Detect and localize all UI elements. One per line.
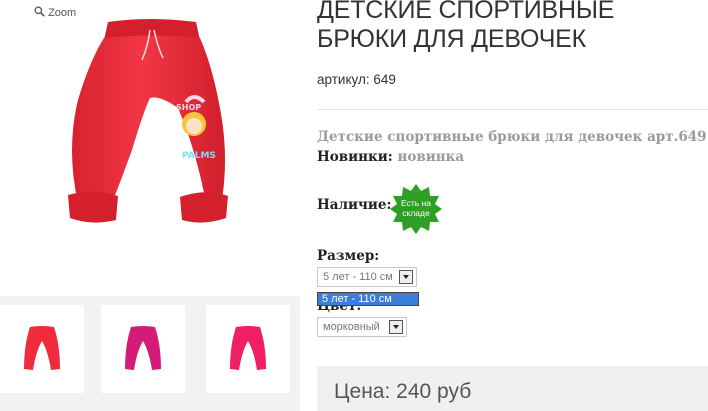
price-box: Цена: 240 руб (317, 366, 708, 411)
product-description: Детские спортивные брюки для девочек арт… (317, 129, 707, 145)
new-row: Новинки: новинка (317, 149, 464, 165)
size-option[interactable]: 5 лет - 110 см (318, 293, 418, 305)
size-select-value: 5 лет - 110 см (323, 271, 393, 283)
badge-line-1: Есть на (401, 198, 431, 208)
thumbnail-pants-icon (230, 326, 266, 370)
dropdown-arrow-icon[interactable] (399, 270, 413, 284)
thumbnail-2[interactable] (101, 305, 185, 393)
price: Цена: 240 руб (334, 380, 472, 403)
thumbnail-3[interactable] (206, 305, 290, 393)
size-label: Размер: (317, 248, 380, 264)
sku-row: артикул: 649 (317, 72, 396, 87)
thumbnail-pants-icon (24, 326, 60, 370)
in-stock-badge: Есть на складе (390, 183, 442, 235)
dropdown-arrow-icon[interactable] (389, 320, 403, 334)
thumbnail-1[interactable] (0, 305, 84, 393)
thumbnail-pants-icon (125, 326, 161, 370)
size-dropdown-list: 5 лет - 110 см (317, 292, 419, 306)
divider (317, 109, 708, 110)
sku-label: артикул: (317, 72, 370, 87)
size-select[interactable]: 5 лет - 110 см (317, 267, 417, 287)
badge-line-2: складе (402, 208, 430, 218)
new-label: Новинки: (317, 149, 393, 165)
sku-value: 649 (373, 72, 396, 87)
svg-text:SHOP: SHOP (176, 103, 201, 112)
product-gallery: Zoom SHOP PALMS (0, 0, 300, 411)
color-select-value: морковный (323, 321, 380, 333)
pants-image: SHOP PALMS (68, 19, 228, 223)
product-title: ДЕТСКИЕ СПОРТИВНЫЕ БРЮКИ ДЛЯ ДЕВОЧЕК (317, 0, 615, 53)
new-value[interactable]: новинка (397, 149, 464, 165)
availability-label: Наличие: (317, 197, 392, 213)
color-select[interactable]: морковный (317, 317, 407, 337)
main-product-image[interactable]: Zoom SHOP PALMS (0, 0, 300, 296)
pants-print-text: PALMS (182, 151, 216, 161)
